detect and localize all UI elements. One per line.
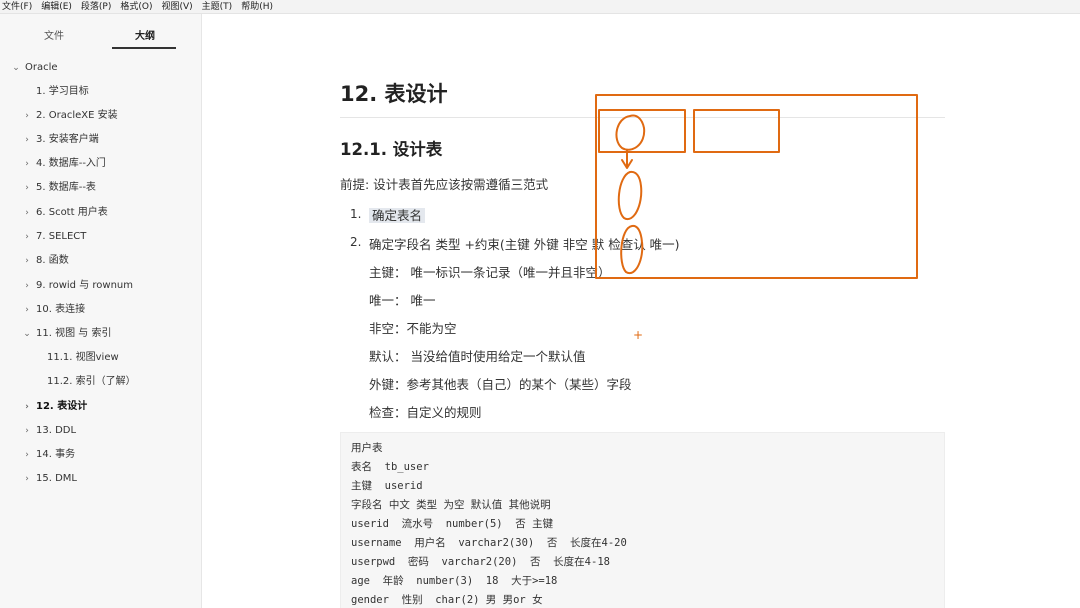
- sidebar-tabs: 文件 大纲: [0, 14, 201, 50]
- chevron-down-icon[interactable]: ⌄: [11, 61, 21, 75]
- outline-item[interactable]: › 6. Scott 用户表: [25, 206, 108, 220]
- constraint-line: 默认： 当没给值时使用给定一个默认值: [369, 349, 586, 364]
- heading-divider: [340, 117, 945, 118]
- list-item-text: 确定表名: [369, 205, 426, 224]
- outline-item-label: 3. 安装客户端: [36, 134, 99, 145]
- code-line: 字段名 中文 类型 为空 默认值 其他说明: [351, 499, 551, 511]
- code-line: userid 流水号 number(5) 否 主键: [351, 518, 554, 530]
- chevron-right-icon[interactable]: ›: [22, 303, 32, 317]
- menu-format[interactable]: 格式(O): [120, 0, 152, 14]
- chevron-right-icon[interactable]: ›: [22, 400, 32, 414]
- list-number: 1.: [350, 207, 362, 221]
- outline-item-label: 15. DML: [36, 473, 77, 484]
- code-line: 主键 userid: [351, 480, 423, 492]
- outline-item-label: 9. rowid 与 rownum: [36, 280, 133, 291]
- outline-item-label: 14. 事务: [36, 449, 76, 460]
- outline-item-label: 2. OracleXE 安装: [36, 110, 118, 121]
- code-block[interactable]: 用户表 表名 tb_user 主键 userid 字段名 中文 类型 为空 默认…: [340, 432, 945, 608]
- outline-item-label: 6. Scott 用户表: [36, 207, 108, 218]
- code-line: age 年龄 number(3) 18 大于>=18: [351, 575, 558, 587]
- heading-2: 12.1. 设计表: [340, 140, 443, 159]
- outline-item-label: 10. 表连接: [36, 304, 86, 315]
- chevron-down-icon[interactable]: ⌄: [22, 327, 32, 341]
- outline-item[interactable]: › 9. rowid 与 rownum: [25, 279, 133, 293]
- menu-theme[interactable]: 主题(T): [202, 0, 233, 14]
- constraint-line: 检查：自定义的规则: [369, 405, 482, 420]
- chevron-right-icon[interactable]: ›: [22, 472, 32, 486]
- code-line: gender 性别 char(2) 男 男or 女: [351, 594, 543, 606]
- outline-subitem[interactable]: 11.1. 视图view: [47, 351, 119, 365]
- outline-item[interactable]: › 10. 表连接: [25, 303, 86, 317]
- outline-item[interactable]: 1. 学习目标: [36, 85, 89, 99]
- outline-item[interactable]: › 14. 事务: [25, 448, 76, 462]
- menu-file[interactable]: 文件(F): [2, 0, 32, 14]
- menu-edit[interactable]: 编辑(E): [41, 0, 72, 14]
- code-line: userpwd 密码 varchar2(20) 否 长度在4-18: [351, 556, 610, 568]
- tab-outline[interactable]: 大纲: [135, 27, 155, 42]
- outline-item-label: 8. 函数: [36, 255, 69, 266]
- selected-text: 确定表名: [369, 208, 426, 223]
- code-line: 用户表: [351, 442, 383, 454]
- outline-item-label: 11.1. 视图view: [47, 352, 119, 363]
- constraint-line: 非空：不能为空: [369, 321, 457, 336]
- editor-content[interactable]: 12. 表设计 12.1. 设计表 前提: 设计表首先应该按需遵循三范式 1. …: [202, 14, 1080, 608]
- outline-item[interactable]: › 4. 数据库--入门: [25, 157, 106, 171]
- heading-1: 12. 表设计: [340, 82, 448, 106]
- constraint-line: 主键： 唯一标识一条记录（唯一并且非空）: [369, 265, 611, 280]
- outline-root-label: Oracle: [25, 62, 58, 73]
- outline-item[interactable]: › 3. 安装客户端: [25, 133, 99, 147]
- outline-root[interactable]: ⌄ Oracle: [12, 61, 58, 75]
- sidebar: 文件 大纲 ⌄ Oracle 1. 学习目标 › 2. OracleXE 安装 …: [0, 14, 202, 608]
- outline-item-label: 11. 视图 与 索引: [36, 328, 112, 339]
- menu-help[interactable]: 帮助(H): [241, 0, 273, 14]
- chevron-right-icon[interactable]: ›: [22, 254, 32, 268]
- outline-item[interactable]: › 8. 函数: [25, 254, 69, 268]
- outline-item-label: 5. 数据库--表: [36, 182, 96, 193]
- chevron-right-icon[interactable]: ›: [22, 424, 32, 438]
- list-item-text: 确定字段名 类型 +约束(主键 外键 非空 默 检查认 唯一): [369, 237, 680, 252]
- outline-item-label: 12. 表设计: [36, 401, 88, 412]
- chevron-right-icon[interactable]: ›: [22, 181, 32, 195]
- outline-item[interactable]: › 13. DDL: [25, 424, 77, 438]
- chevron-right-icon[interactable]: ›: [22, 157, 32, 171]
- outline-item[interactable]: › 15. DML: [25, 472, 77, 486]
- menu-paragraph[interactable]: 段落(P): [81, 0, 111, 14]
- constraint-line: 唯一： 唯一: [369, 293, 436, 308]
- outline-item-label: 4. 数据库--入门: [36, 158, 106, 169]
- outline-item-label: 7. SELECT: [36, 231, 87, 242]
- menu-bar: 文件(F) 编辑(E) 段落(P) 格式(O) 视图(V) 主题(T) 帮助(H…: [0, 0, 1080, 14]
- outline-item[interactable]: › 5. 数据库--表: [25, 181, 96, 195]
- menu-view[interactable]: 视图(V): [161, 0, 192, 14]
- outline-item-label: 13. DDL: [36, 425, 77, 436]
- outline-item[interactable]: › 7. SELECT: [25, 230, 87, 244]
- list-number: 2.: [350, 235, 362, 249]
- outline-item[interactable]: ⌄ 11. 视图 与 索引: [23, 327, 112, 341]
- chevron-right-icon[interactable]: ›: [22, 109, 32, 123]
- chevron-right-icon[interactable]: ›: [22, 230, 32, 244]
- outline-item[interactable]: › 2. OracleXE 安装: [25, 109, 118, 123]
- constraint-line: 外键：参考其他表（自己）的某个（某些）字段: [369, 377, 632, 392]
- outline-item-label: 11.2. 索引（了解）: [47, 376, 136, 387]
- active-tab-indicator: [112, 47, 176, 49]
- chevron-right-icon[interactable]: ›: [22, 279, 32, 293]
- outline-item-active[interactable]: › 12. 表设计: [25, 400, 88, 414]
- outline-item-label: 1. 学习目标: [36, 86, 89, 97]
- outline-subitem[interactable]: 11.2. 索引（了解）: [47, 375, 136, 389]
- chevron-right-icon[interactable]: ›: [22, 448, 32, 462]
- tab-files[interactable]: 文件: [44, 27, 64, 42]
- code-line: username 用户名 varchar2(30) 否 长度在4-20: [351, 537, 627, 549]
- code-line: 表名 tb_user: [351, 461, 429, 473]
- premise-paragraph: 前提: 设计表首先应该按需遵循三范式: [340, 177, 549, 192]
- chevron-right-icon[interactable]: ›: [22, 206, 32, 220]
- chevron-right-icon[interactable]: ›: [22, 133, 32, 147]
